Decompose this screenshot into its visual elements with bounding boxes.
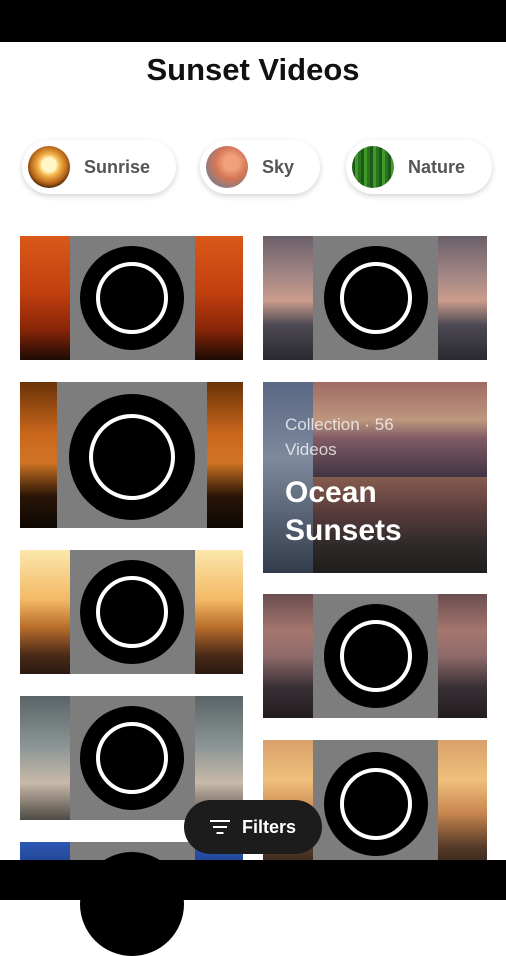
collection-meta: Collection · 56 Videos: [285, 415, 394, 459]
chip-label: Sky: [262, 156, 295, 177]
collection-card[interactable]: Collection · 56 Videos Ocean Sunsets: [263, 382, 487, 573]
sky-thumbnail-icon: [206, 146, 248, 188]
chip-sky[interactable]: Sky: [200, 140, 320, 194]
play-icon[interactable]: [324, 246, 428, 350]
status-bar: [0, 0, 506, 42]
collection-title: Ocean Sunsets: [285, 476, 402, 547]
navigation-bar: [0, 860, 506, 900]
nature-thumbnail-icon: [352, 146, 394, 188]
filters-label: Filters: [241, 816, 297, 837]
chip-sunrise[interactable]: Sunrise: [22, 140, 176, 194]
play-icon[interactable]: [80, 560, 184, 664]
filter-icon: [209, 820, 230, 834]
play-icon[interactable]: [324, 604, 428, 708]
category-chips: Sunrise Sky Nature: [0, 140, 506, 198]
play-icon[interactable]: [80, 246, 184, 350]
play-icon[interactable]: [324, 752, 428, 856]
filters-button[interactable]: Filters: [184, 800, 322, 854]
page-title: Sunset Videos: [146, 52, 360, 87]
play-icon[interactable]: [80, 706, 184, 810]
chip-nature[interactable]: Nature: [346, 140, 492, 194]
sunrise-thumbnail-icon: [28, 146, 70, 188]
chip-label: Sunrise: [84, 156, 151, 177]
chip-label: Nature: [408, 156, 466, 177]
play-icon[interactable]: [69, 394, 195, 520]
